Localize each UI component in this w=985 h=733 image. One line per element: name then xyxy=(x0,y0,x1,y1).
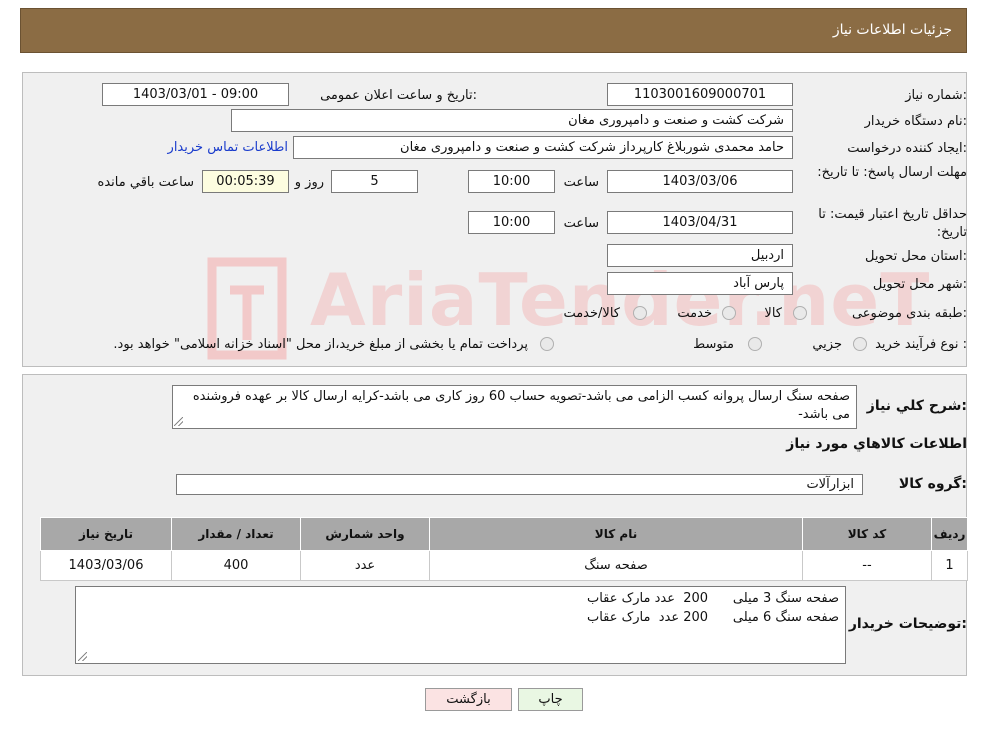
requester-label: ایجاد کننده درخواست: xyxy=(847,141,967,156)
goods-group-label: گروه کالا: xyxy=(898,476,967,492)
header-row-number: ردیف xyxy=(931,517,968,551)
category-option-goods-service: کالا/خدمت xyxy=(563,306,620,321)
process-radio-medium[interactable] xyxy=(748,337,762,351)
cell-need-date: 1403/03/06 xyxy=(40,550,172,581)
contact-info-link[interactable]: اطلاعات تماس خریدار xyxy=(168,140,288,155)
announce-datetime-label: تاریخ و ساعت اعلان عمومی: xyxy=(320,88,477,103)
process-radio-minor[interactable] xyxy=(853,337,867,351)
announce-datetime-field: 1403/03/01 - 09:00 xyxy=(102,83,289,106)
province-field: اردبیل xyxy=(607,244,793,267)
category-radio-goods[interactable] xyxy=(793,306,807,320)
need-number-label: شماره نیاز: xyxy=(905,88,967,103)
remaining-time-field: 00:05:39 xyxy=(202,170,289,193)
page-title: جزئیات اطلاعات نیاز xyxy=(832,22,952,38)
header-unit: واحد شمارش xyxy=(300,517,430,551)
cell-quantity: 400 xyxy=(171,550,301,581)
process-type-label: نوع فرآیند خرید : xyxy=(875,337,967,352)
page-header: جزئیات اطلاعات نیاز xyxy=(20,8,967,53)
category-radio-goods-service[interactable] xyxy=(633,306,647,320)
process-note: پرداخت تمام یا بخشی از مبلغ خرید،از محل … xyxy=(113,337,528,352)
reply-time-label: ساعت xyxy=(563,175,599,190)
validity-time-label: ساعت xyxy=(563,216,599,231)
process-option-medium: متوسط xyxy=(693,337,734,352)
goods-group-field: ابزارآلات xyxy=(176,474,863,495)
process-option-minor: جزیي xyxy=(812,337,842,352)
cell-row-number: 1 xyxy=(931,550,968,581)
cell-item-name: صفحه سنگ xyxy=(429,550,803,581)
validity-date-field: 1403/04/31 xyxy=(607,211,793,234)
description-label: شرح کلي نياز: xyxy=(866,398,967,414)
goods-table: ردیف کد کالا نام کالا واحد شمارش تعداد /… xyxy=(40,517,968,581)
category-option-goods: کالا xyxy=(764,306,782,321)
province-label: استان محل تحویل: xyxy=(865,249,967,264)
validity-time-field: 10:00 xyxy=(468,211,555,234)
back-button[interactable]: بازگشت xyxy=(425,688,512,711)
buyer-org-label: نام دستگاه خریدار: xyxy=(864,114,967,129)
remaining-label: ساعت باقي مانده xyxy=(97,175,194,190)
category-radio-service[interactable] xyxy=(722,306,736,320)
days-and-label: روز و xyxy=(294,175,324,190)
cell-unit: عدد xyxy=(300,550,430,581)
city-label: شهر محل تحویل: xyxy=(872,277,967,292)
buyer-notes-textarea[interactable]: صفحه سنگ 3 میلی 200 عدد مارک عقاب صفحه س… xyxy=(75,586,846,664)
print-button[interactable]: چاپ xyxy=(518,688,583,711)
reply-date-field: 1403/03/06 xyxy=(607,170,793,193)
goods-info-heading: اطلاعات کالاهاي مورد نياز xyxy=(786,436,967,452)
header-item-name: نام کالا xyxy=(429,517,803,551)
goods-table-header-row: ردیف کد کالا نام کالا واحد شمارش تعداد /… xyxy=(40,517,968,551)
description-resize-icon[interactable] xyxy=(174,417,183,426)
table-row: 1 -- صفحه سنگ عدد 400 1403/03/06 xyxy=(40,550,968,581)
header-quantity: تعداد / مقدار xyxy=(171,517,301,551)
city-field: پارس آباد xyxy=(607,272,793,295)
description-textarea[interactable]: صفحه سنگ ارسال پروانه کسب الزامی می باشد… xyxy=(172,385,857,429)
days-field: 5 xyxy=(331,170,418,193)
buyer-notes-resize-icon[interactable] xyxy=(78,652,87,661)
process-radio-treasury[interactable] xyxy=(540,337,554,351)
buyer-notes-label: توضیحات خریدار: xyxy=(848,616,967,632)
header-item-code: کد کالا xyxy=(802,517,932,551)
reply-time-field: 10:00 xyxy=(468,170,555,193)
category-option-service: خدمت xyxy=(677,306,712,321)
header-need-date: تاریخ نیاز xyxy=(40,517,172,551)
category-label: طبقه بندی موضوعی: xyxy=(851,306,967,321)
price-validity-label: حداقل تاریخ اعتبار قیمت: تا تاریخ: xyxy=(818,207,967,240)
reply-deadline-label: مهلت ارسال پاسخ: تا تاریخ: xyxy=(817,165,967,180)
goods-table-wrapper: ردیف کد کالا نام کالا واحد شمارش تعداد /… xyxy=(40,517,968,581)
requester-field: حامد محمدی شوربلاغ کارپرداز شرکت کشت و ص… xyxy=(293,136,793,159)
cell-item-code: -- xyxy=(802,550,932,581)
need-number-field: 1103001609000701 xyxy=(607,83,793,106)
buyer-org-field: شرکت کشت و صنعت و دامپروری مغان xyxy=(231,109,793,132)
